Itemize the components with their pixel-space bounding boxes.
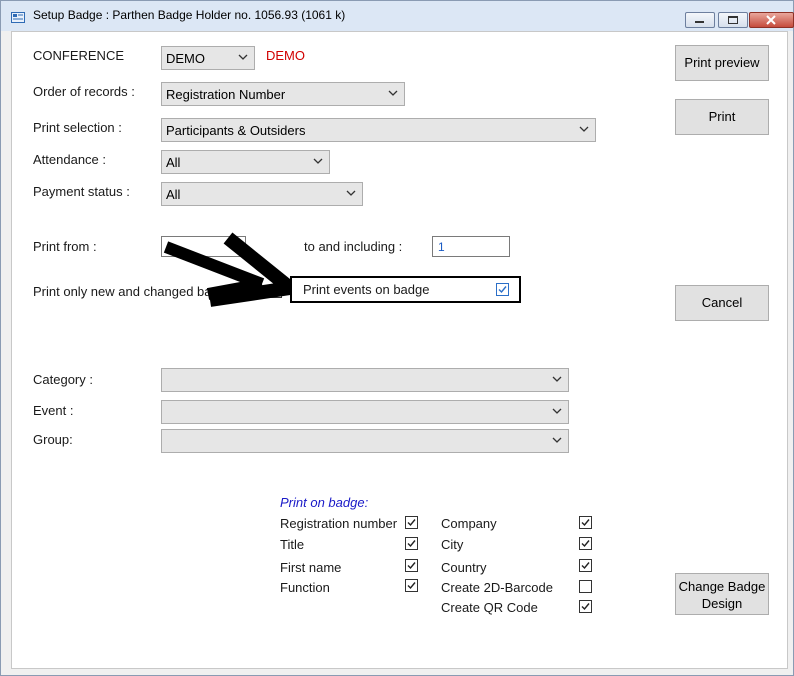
attendance-value: All [166,155,181,170]
opt-first-name-checkbox[interactable] [405,559,418,572]
opt-registration-number-checkbox[interactable] [405,516,418,529]
cancel-label: Cancel [701,295,743,310]
chevron-down-icon [313,158,323,164]
check-icon [581,540,590,548]
setup-badge-window: Setup Badge : Parthen Badge Holder no. 1… [0,0,794,676]
check-icon [407,562,416,570]
selection-label: Print selection : [33,120,122,135]
window-app-icon [11,12,25,23]
print-preview-label: Print preview [684,55,760,70]
opt-function-label: Function [280,580,330,595]
opt-2d-barcode-checkbox[interactable] [579,580,592,593]
print-button[interactable]: Print [675,99,769,135]
maximize-icon [728,16,738,24]
order-select[interactable]: Registration Number [161,82,405,106]
chevron-down-icon [552,437,562,443]
conference-select[interactable]: DEMO [161,46,255,70]
opt-2d-barcode-label: Create 2D-Barcode [441,580,553,595]
close-icon [766,15,776,25]
cancel-button[interactable]: Cancel [675,285,769,321]
minimize-icon [695,21,704,23]
maximize-button[interactable] [718,12,748,28]
only-new-label: Print only new and changed badges [33,284,240,299]
payment-value: All [166,187,181,202]
attendance-label: Attendance : [33,152,106,167]
payment-select[interactable]: All [161,182,363,206]
print-from-label: Print from : [33,239,97,254]
close-button[interactable] [749,12,794,28]
chevron-down-icon [346,190,356,196]
opt-country-checkbox[interactable] [579,559,592,572]
form-panel: CONFERENCE DEMO DEMO Order of records : … [11,31,788,669]
check-icon [498,286,507,294]
print-events-label: Print events on badge [303,282,430,297]
event-label: Event : [33,403,74,418]
conference-label: CONFERENCE [33,48,125,63]
selection-select[interactable]: Participants & Outsiders [161,118,596,142]
group-label: Group: [33,432,73,447]
group-select[interactable] [161,429,569,453]
payment-label: Payment status : [33,184,130,199]
opt-first-name-label: First name [280,560,342,575]
to-label: to and including : [304,239,403,254]
opt-city-label: City [441,537,464,552]
order-value: Registration Number [166,87,286,102]
to-input[interactable]: 1 [432,236,510,257]
print-from-input[interactable] [161,236,246,257]
title-bar[interactable]: Setup Badge : Parthen Badge Holder no. 1… [1,1,794,31]
print-events-highlight: Print events on badge [290,276,521,303]
print-label: Print [708,109,736,124]
opt-registration-number-label: Registration number [280,516,398,531]
change-design-line2: Design [701,596,743,611]
chevron-down-icon [552,376,562,382]
opt-qr-code-label: Create QR Code [441,600,538,615]
conference-value: DEMO [166,51,205,66]
chevron-down-icon [579,126,589,132]
to-value: 1 [438,240,445,254]
category-label: Category : [33,372,93,387]
opt-qr-code-checkbox[interactable] [579,600,592,613]
change-design-line1: Change Badge [678,579,766,594]
opt-company-checkbox[interactable] [579,516,592,529]
attendance-select[interactable]: All [161,150,330,174]
change-badge-design-button[interactable]: Change Badge Design [675,573,769,615]
opt-function-checkbox[interactable] [405,579,418,592]
print-preview-button[interactable]: Print preview [675,45,769,81]
check-icon [581,519,590,527]
category-select[interactable] [161,368,569,392]
opt-city-checkbox[interactable] [579,537,592,550]
print-on-badge-title: Print on badge: [280,495,369,510]
event-select[interactable] [161,400,569,424]
chevron-down-icon [238,54,248,60]
opt-company-label: Company [441,516,497,531]
opt-title-checkbox[interactable] [405,537,418,550]
window-title: Setup Badge : Parthen Badge Holder no. 1… [33,8,346,22]
check-icon [407,582,416,590]
check-icon [581,603,590,611]
print-events-checkbox[interactable] [496,283,509,296]
check-icon [581,562,590,570]
selection-value: Participants & Outsiders [166,123,306,138]
minimize-button[interactable] [685,12,715,28]
opt-title-label: Title [280,537,305,552]
check-icon [407,540,416,548]
chevron-down-icon [388,90,398,96]
conference-name: DEMO [266,48,305,63]
chevron-down-icon [552,408,562,414]
opt-country-label: Country [441,560,487,575]
order-label: Order of records : [33,84,135,99]
check-icon [407,519,416,527]
only-new-checkbox[interactable] [269,285,282,298]
